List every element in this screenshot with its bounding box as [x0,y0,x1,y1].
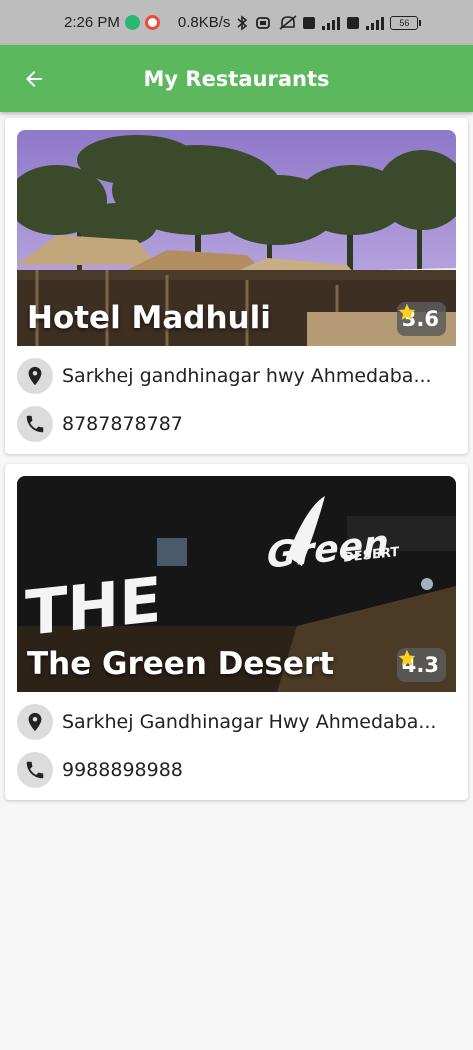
rating-badge: 3.6 [396,302,446,336]
phone-text: 9988898988 [62,759,183,781]
vibrate-icon [256,16,271,29]
app-bar: My Restaurants [0,45,473,112]
address-text: Sarkhej gandhinagar hwy Ahmedaba... [62,365,432,387]
network-speed: 0.8KB/s [177,14,231,31]
page-title: My Restaurants [143,66,330,91]
volte-icon-2 [347,16,360,29]
address-row[interactable]: Sarkhej gandhinagar hwy Ahmedaba... [17,358,457,394]
arrow-left-icon[interactable] [22,67,46,91]
app-notification-icon [124,15,140,30]
phone-row[interactable]: 8787878787 [17,406,457,442]
phone-text: 8787878787 [62,413,183,435]
sign-the: THE [25,563,162,650]
restaurant-name: Hotel Madhuli [27,300,271,336]
status-time: 2:26 PM [64,14,120,31]
volte-icon [303,16,316,29]
star-icon [398,303,416,320]
restaurant-name: The Green Desert [27,646,335,682]
bluetooth-icon [237,14,248,31]
battery-level: 56 [399,17,410,28]
mute-icon [279,14,297,30]
restaurant-image: Hotel Madhuli 3.6 [17,130,456,346]
address-row[interactable]: Sarkhej Gandhinagar Hwy Ahmedaba... [17,704,457,740]
phone-icon [17,406,53,442]
record-notification-icon [144,15,160,30]
restaurant-image: THE Green DESERT The Green Desert 4.3 [17,476,456,692]
address-text: Sarkhej Gandhinagar Hwy Ahmedaba... [62,711,437,733]
rating-badge: 4.3 [396,648,446,682]
battery-indicator: 56 [390,15,422,30]
phone-row[interactable]: 9988898988 [17,752,457,788]
phone-icon [17,752,53,788]
signal-icon [322,16,341,30]
location-pin-icon [17,358,53,394]
star-icon [398,649,416,666]
restaurant-card-hotel-madhuli[interactable]: Hotel Madhuli 3.6 Sarkhej gandhinagar hw… [5,118,468,454]
restaurant-card-the-green-desert[interactable]: THE Green DESERT The Green Desert 4.3 Sa… [5,464,468,800]
status-bar: 2:26 PM 0.8KB/s 56 [0,0,473,45]
signal-icon-2 [366,16,385,30]
location-pin-icon [17,704,53,740]
